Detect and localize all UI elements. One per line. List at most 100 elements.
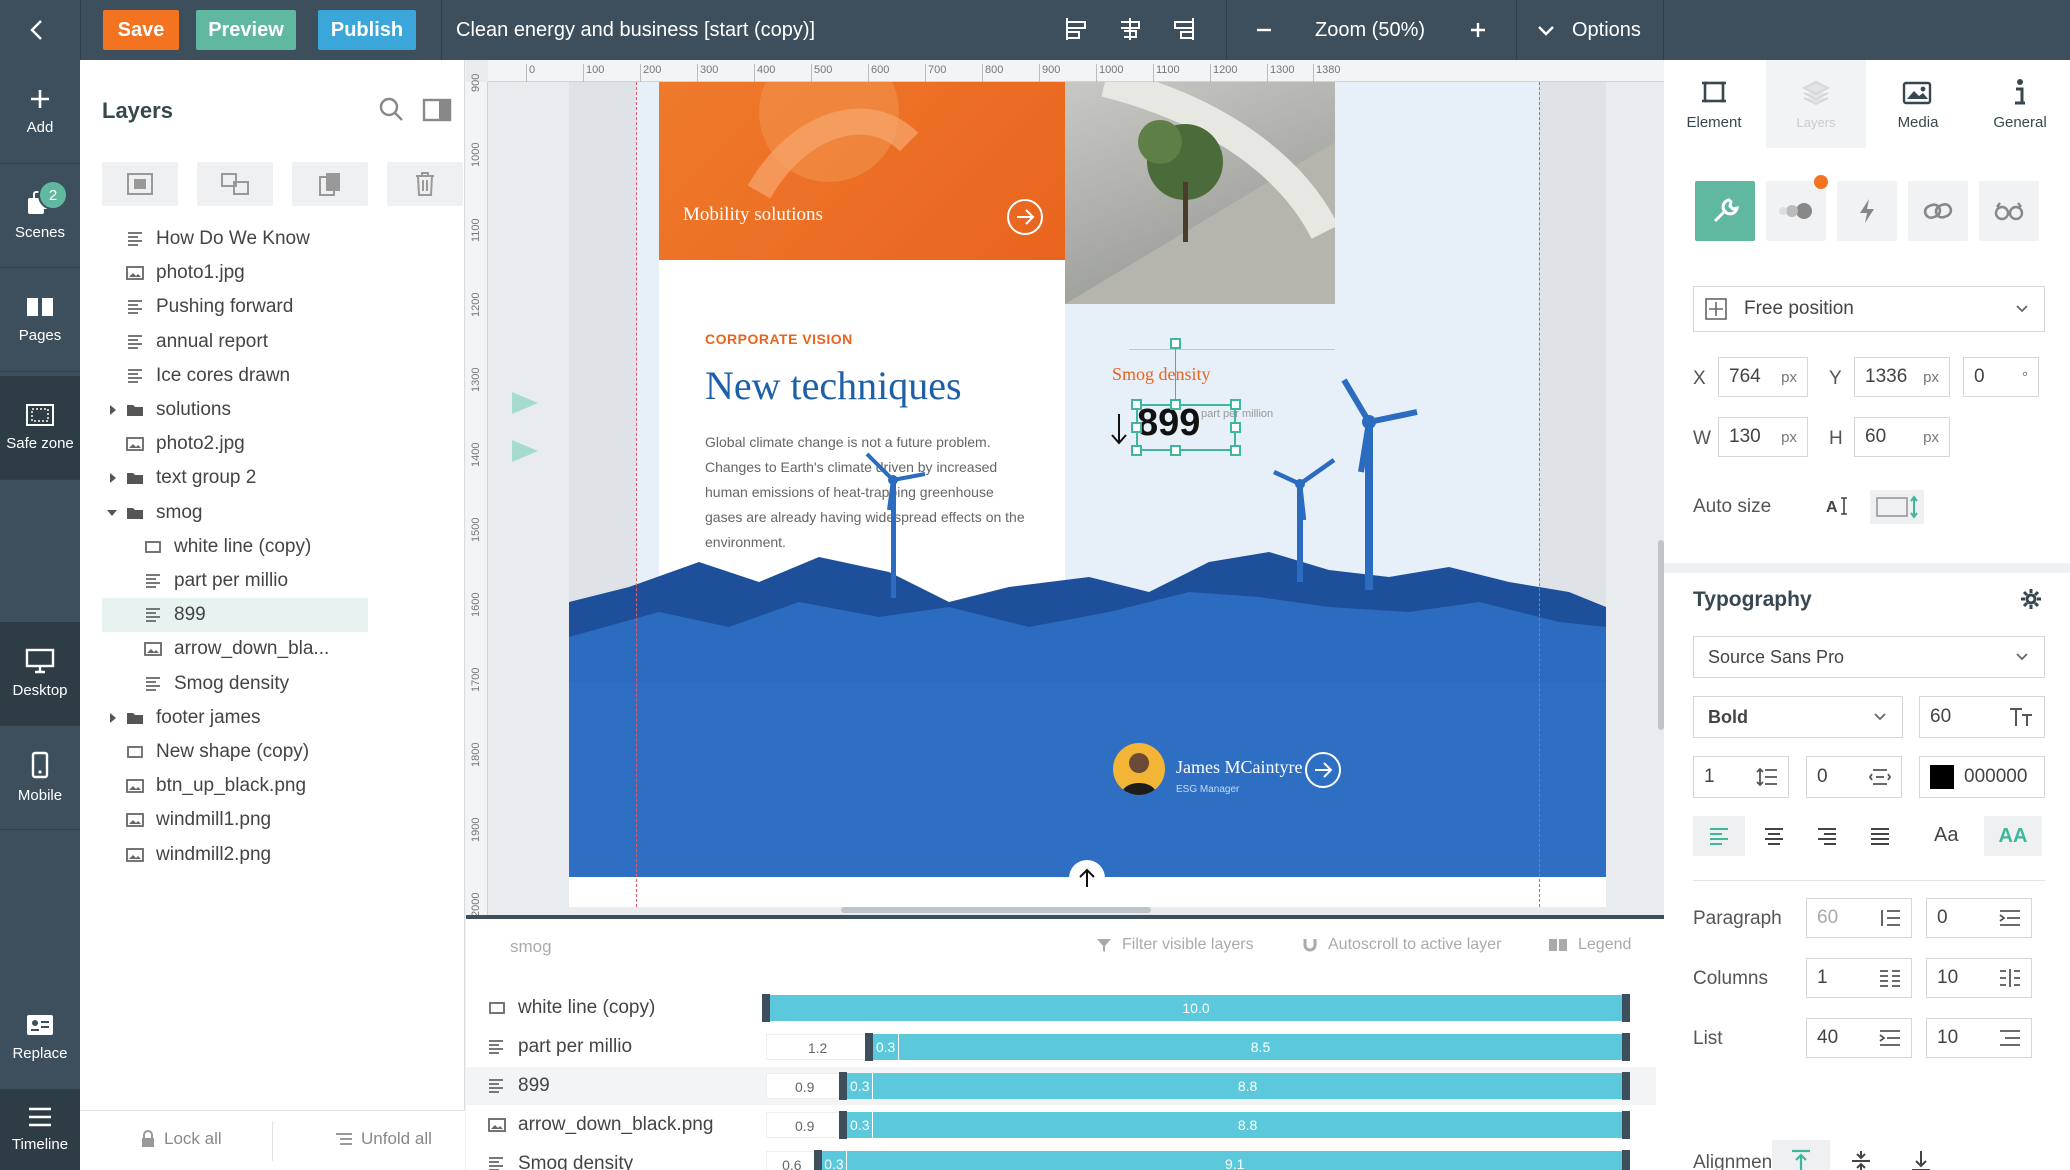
- tool-actions-button[interactable]: [1837, 181, 1897, 241]
- timeline-bar-handle[interactable]: [1622, 1111, 1630, 1139]
- layer-item[interactable]: btn_up_black.png: [102, 769, 368, 803]
- layer-item[interactable]: How Do We Know: [102, 222, 368, 256]
- layer-item[interactable]: windmill2.png: [102, 838, 368, 872]
- uppercase-button[interactable]: AA: [1984, 816, 2042, 856]
- rail-timeline[interactable]: Timeline: [0, 1090, 80, 1170]
- arrow-right-circle-icon[interactable]: [1005, 197, 1045, 237]
- tool-animation-button[interactable]: [1766, 175, 1828, 241]
- layer-item[interactable]: annual report: [102, 325, 368, 359]
- timeline-delay-bar[interactable]: 0.3: [847, 1112, 874, 1138]
- legend-button[interactable]: Legend: [1548, 936, 1631, 954]
- resize-handle[interactable]: [1131, 445, 1142, 456]
- publish-button[interactable]: Publish: [318, 10, 416, 50]
- list-indent-input[interactable]: 40: [1806, 1018, 1912, 1058]
- tool-link-button[interactable]: [1908, 181, 1968, 241]
- columns-gap-input[interactable]: 10: [1926, 958, 2032, 998]
- auto-size-text-icon[interactable]: A: [1824, 492, 1854, 520]
- timeline-bar-handle[interactable]: [762, 994, 770, 1022]
- layer-item[interactable]: windmill1.png: [102, 803, 368, 837]
- timeline-delay-bar[interactable]: 0.3: [873, 1034, 899, 1060]
- timeline-bar-handle[interactable]: [813, 1150, 822, 1170]
- lock-all-button[interactable]: Lock all: [140, 1129, 222, 1149]
- windmill3-image[interactable]: [1259, 452, 1339, 582]
- rail-replace[interactable]: Replace: [0, 986, 80, 1090]
- rail-desktop[interactable]: Desktop: [0, 622, 80, 726]
- y-input[interactable]: 1336 px: [1854, 357, 1950, 397]
- layer-item[interactable]: Ice cores drawn: [102, 359, 368, 393]
- zoom-in-icon[interactable]: [1468, 20, 1488, 40]
- canvas-scrollbar-h[interactable]: [841, 907, 1151, 913]
- caret-right-icon[interactable]: [108, 404, 118, 416]
- filter-visible-button[interactable]: Filter visible layers: [1096, 936, 1254, 954]
- gear-icon[interactable]: [2020, 588, 2042, 610]
- layer-item[interactable]: 899: [102, 598, 368, 633]
- list-spacing-input[interactable]: 10: [1926, 1018, 2032, 1058]
- zoom-out-icon[interactable]: [1254, 20, 1274, 40]
- smog-density-label[interactable]: Smog density: [1112, 364, 1211, 385]
- position-mode-select[interactable]: Free position: [1693, 286, 2045, 332]
- unfold-all-button[interactable]: Unfold all: [335, 1129, 432, 1149]
- mountains-illustration[interactable]: [569, 532, 1606, 877]
- resize-handle[interactable]: [1131, 399, 1142, 410]
- rail-mobile[interactable]: Mobile: [0, 726, 80, 830]
- rail-safe-zone[interactable]: Safe zone: [0, 376, 80, 480]
- resize-handle[interactable]: [1230, 422, 1241, 433]
- layer-item[interactable]: photo2.jpg: [102, 427, 368, 461]
- text-align-center-icon[interactable]: [1764, 827, 1784, 845]
- options-menu[interactable]: Options: [1572, 0, 1641, 60]
- timeline-bar-handle[interactable]: [839, 1072, 848, 1100]
- font-family-select[interactable]: Source Sans Pro: [1693, 636, 2045, 678]
- save-button[interactable]: Save: [103, 10, 179, 50]
- rail-pages[interactable]: Pages: [0, 268, 80, 372]
- timeline-bar-handle[interactable]: [1622, 994, 1630, 1022]
- scroll-up-button[interactable]: [1069, 860, 1105, 896]
- timeline-row[interactable]: part per millio 1.2 0.3 8.5: [466, 1028, 1656, 1066]
- w-input[interactable]: 130 px: [1718, 417, 1808, 457]
- resize-handle[interactable]: [1170, 399, 1181, 410]
- group-layers-button[interactable]: [102, 162, 178, 206]
- selection-box[interactable]: [1136, 404, 1236, 451]
- resize-handle[interactable]: [1170, 445, 1181, 456]
- layer-item[interactable]: New shape (copy): [102, 735, 368, 769]
- paragraph-indent-input[interactable]: 0: [1926, 898, 2032, 938]
- tab-element[interactable]: Element: [1664, 60, 1764, 148]
- chevron-down-icon[interactable]: [1536, 21, 1556, 41]
- headline[interactable]: New techniques: [705, 362, 962, 409]
- person-role[interactable]: ESG Manager: [1176, 784, 1239, 795]
- layer-item[interactable]: photo1.jpg: [102, 256, 368, 290]
- text-color-input[interactable]: 000000: [1919, 756, 2045, 798]
- layer-item[interactable]: footer james: [102, 701, 368, 735]
- timeline-duration-bar[interactable]: 8.5: [899, 1034, 1622, 1060]
- layer-item[interactable]: text group 2: [102, 461, 368, 495]
- timeline-delay-bar[interactable]: 0.3: [847, 1073, 874, 1099]
- timeline-duration-bar[interactable]: 8.8: [873, 1112, 1622, 1138]
- tab-layers[interactable]: Layers: [1766, 60, 1866, 148]
- text-align-justify-icon[interactable]: [1870, 827, 1890, 845]
- timeline-marker-icon[interactable]: [510, 390, 540, 416]
- canvas-area[interactable]: 0 100 200 300 400 500 600 700 800 900 1000 1100 1200…: [466, 60, 1664, 915]
- tab-media[interactable]: Media: [1868, 60, 1968, 148]
- layer-item[interactable]: Pushing forward: [102, 290, 368, 324]
- tab-general[interactable]: General: [1970, 60, 2070, 148]
- preview-button[interactable]: Preview: [196, 10, 296, 50]
- timeline-row[interactable]: white line (copy) 10.0: [466, 989, 1656, 1027]
- valign-bottom-icon[interactable]: [1910, 1150, 1932, 1170]
- avatar[interactable]: [1113, 743, 1165, 795]
- rotate-handle[interactable]: [1170, 338, 1181, 349]
- align-left-icon[interactable]: [1064, 16, 1090, 42]
- text-align-right-icon[interactable]: [1817, 827, 1837, 845]
- timeline-bar-handle[interactable]: [1622, 1150, 1630, 1170]
- windmill1-image[interactable]: [859, 452, 929, 602]
- line-height-input[interactable]: 1: [1693, 756, 1789, 798]
- timeline-row[interactable]: 899 0.9 0.3 8.8: [466, 1067, 1656, 1105]
- layer-item[interactable]: white line (copy): [102, 530, 368, 564]
- resize-handle[interactable]: [1230, 445, 1241, 456]
- document-title[interactable]: Clean energy and business [start (copy)]: [456, 0, 815, 60]
- timeline-delay-bar[interactable]: 0.3: [821, 1151, 848, 1170]
- rail-scenes[interactable]: Scenes 2: [0, 164, 80, 268]
- white-line[interactable]: [1129, 349, 1335, 350]
- align-center-icon[interactable]: [1117, 16, 1143, 42]
- align-left-button[interactable]: [1693, 816, 1745, 856]
- timeline-duration-bar[interactable]: 10.0: [770, 995, 1622, 1021]
- caret-right-icon[interactable]: [108, 712, 118, 724]
